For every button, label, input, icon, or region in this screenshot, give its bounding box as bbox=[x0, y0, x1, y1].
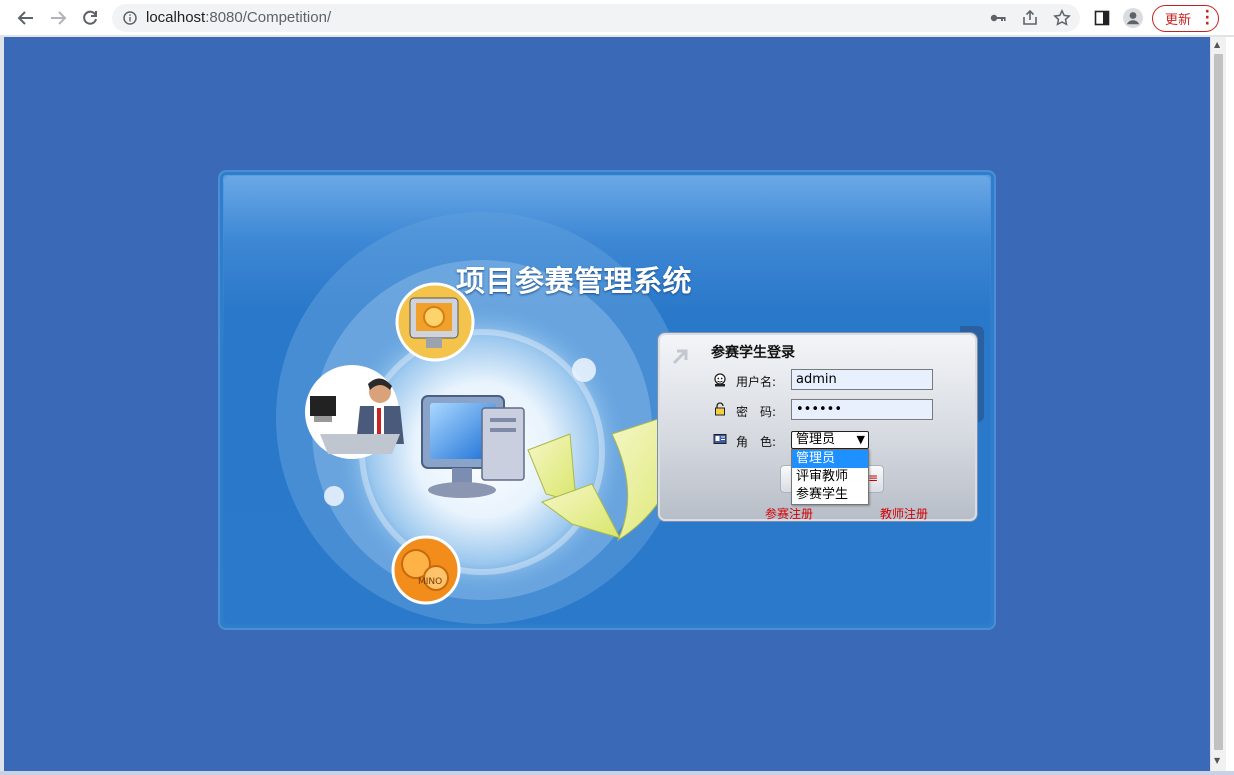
scroll-up-icon[interactable]: ▲ bbox=[1214, 40, 1220, 49]
star-icon bbox=[1053, 9, 1071, 26]
avatar-icon bbox=[1123, 8, 1143, 28]
reload-button[interactable] bbox=[78, 6, 102, 30]
chevron-down-icon: ▼ bbox=[856, 433, 865, 446]
share-icon bbox=[1023, 9, 1037, 25]
reset-button-partial-glyph: ≡ bbox=[868, 471, 879, 485]
lock-icon bbox=[715, 402, 725, 416]
browser-toolbar: localhost:8080/Competition/ 更新 · · · bbox=[0, 0, 1234, 36]
vertical-scrollbar[interactable]: ▲ ▼ bbox=[1211, 37, 1226, 771]
password-label: 密 码: bbox=[736, 405, 777, 419]
more-menu-icon[interactable]: · · · bbox=[1205, 5, 1210, 31]
update-button[interactable]: 更新 · · · bbox=[1152, 5, 1219, 32]
arrow-left-icon bbox=[17, 11, 33, 25]
update-label: 更新 bbox=[1165, 13, 1192, 28]
role-option-student[interactable]: 参赛学生 bbox=[792, 486, 868, 504]
url-text: localhost:8080/Competition/ bbox=[146, 9, 332, 26]
bookmark-button[interactable] bbox=[1050, 6, 1074, 30]
role-dropdown-list[interactable]: 管理员 评审教师 参赛学生 bbox=[791, 449, 869, 505]
user-icon bbox=[714, 373, 726, 387]
username-input[interactable]: admin bbox=[791, 369, 933, 390]
username-label: 用户名: bbox=[736, 375, 777, 389]
svg-text:MINO: MINO bbox=[418, 577, 442, 587]
side-panel-icon bbox=[1094, 10, 1110, 26]
share-button[interactable] bbox=[1018, 6, 1042, 30]
password-input[interactable]: •••••• bbox=[791, 399, 933, 420]
role-label: 角 色: bbox=[736, 435, 777, 449]
role-selected-value: 管理员 bbox=[796, 432, 836, 447]
key-icon bbox=[990, 14, 1006, 22]
coins-bubble-icon: MINO bbox=[391, 535, 461, 605]
system-title: 项目参赛管理系统 bbox=[456, 264, 693, 298]
side-panel-button[interactable] bbox=[1090, 6, 1114, 30]
key-button[interactable] bbox=[986, 6, 1010, 30]
address-bar[interactable]: localhost:8080/Competition/ bbox=[112, 4, 1080, 32]
reload-icon bbox=[83, 10, 97, 25]
role-option-judge-teacher[interactable]: 评审教师 bbox=[792, 468, 868, 486]
profile-button[interactable] bbox=[1121, 6, 1145, 30]
window-bottom-edge bbox=[0, 771, 1234, 775]
role-option-admin[interactable]: 管理员 bbox=[792, 450, 868, 468]
window-edge bbox=[1226, 37, 1234, 775]
back-button[interactable] bbox=[14, 6, 38, 30]
arrow-right-icon bbox=[51, 11, 67, 25]
forward-button[interactable] bbox=[46, 6, 70, 30]
info-icon bbox=[123, 11, 137, 25]
scrollbar-thumb[interactable] bbox=[1214, 54, 1223, 750]
role-card-icon bbox=[713, 434, 727, 444]
role-select[interactable]: 管理员 ▼ bbox=[791, 431, 869, 449]
login-title: 参赛学生登录 bbox=[711, 345, 795, 361]
teacher-register-link[interactable]: 教师注册 bbox=[880, 505, 928, 522]
student-register-link[interactable]: 参赛注册 bbox=[765, 505, 813, 522]
scroll-down-icon[interactable]: ▼ bbox=[1214, 756, 1220, 765]
corner-arrow-icon bbox=[672, 349, 688, 365]
